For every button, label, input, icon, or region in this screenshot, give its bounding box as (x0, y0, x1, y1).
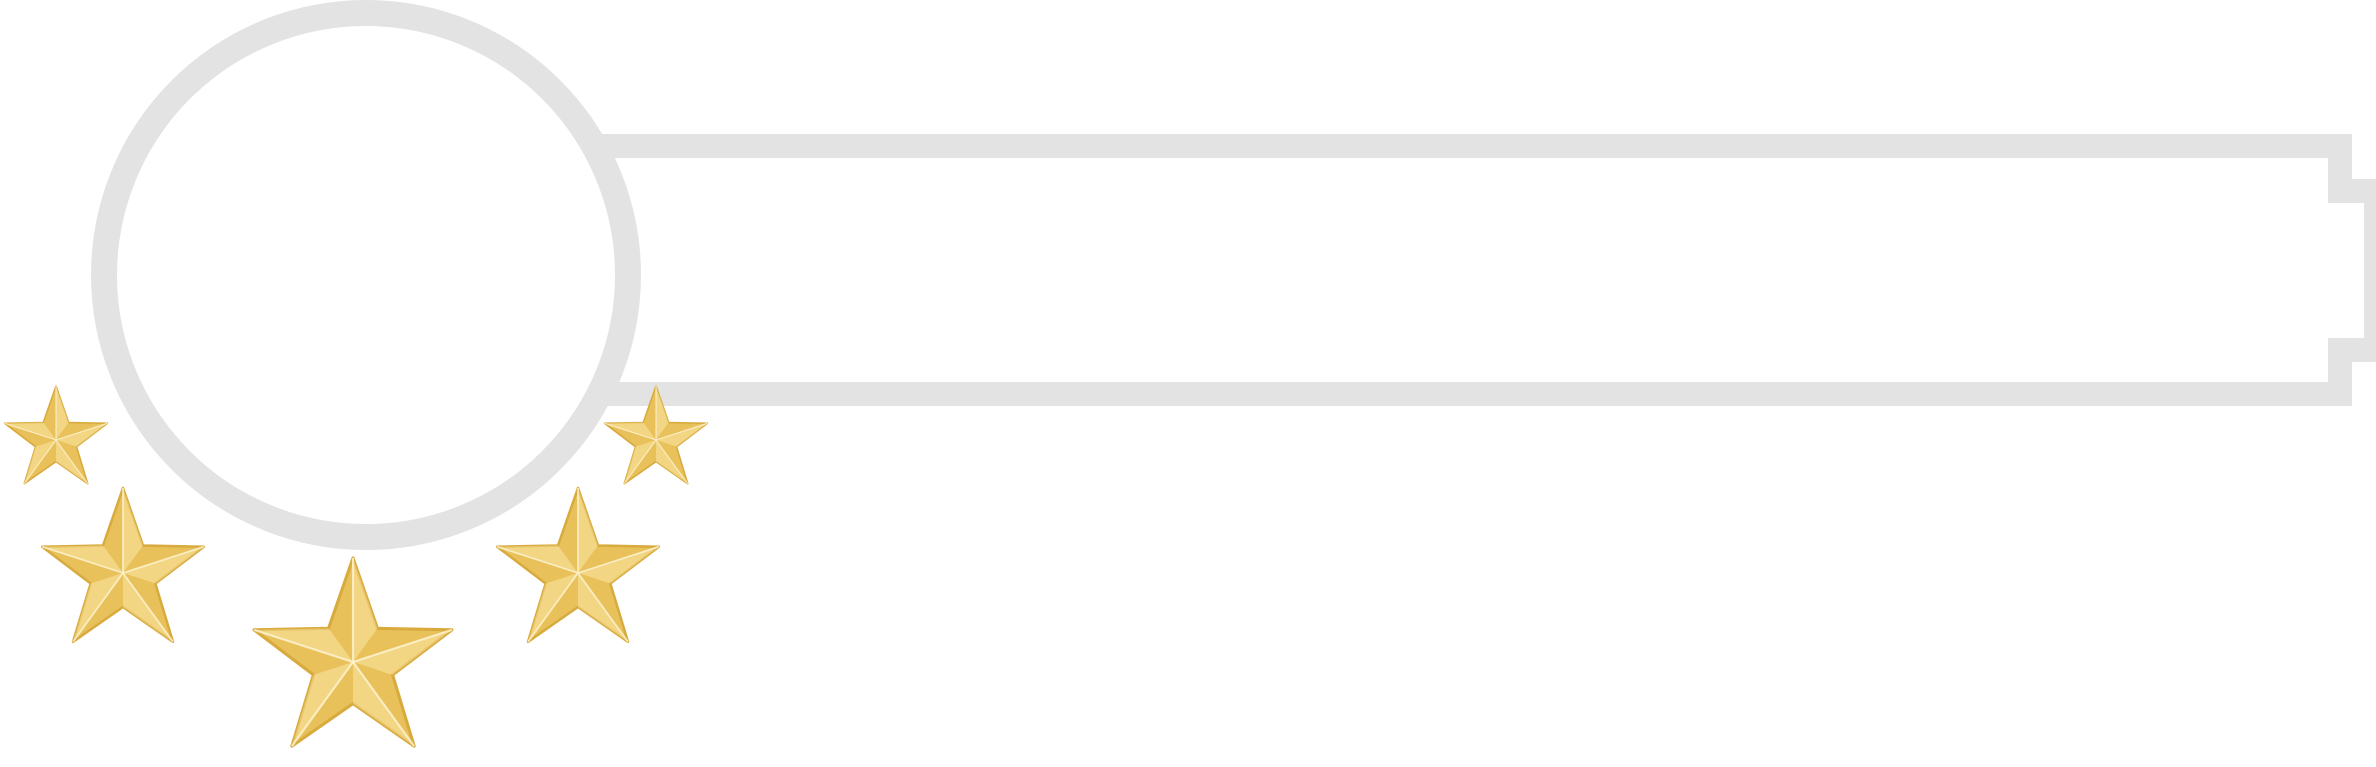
star-icon (40, 486, 206, 644)
star-icon (3, 385, 109, 485)
star-icon (495, 486, 661, 644)
badge-graphic (3, 0, 2376, 748)
rating-badge (0, 0, 2376, 767)
star-icon (252, 556, 454, 748)
banner-frame (596, 134, 2376, 406)
